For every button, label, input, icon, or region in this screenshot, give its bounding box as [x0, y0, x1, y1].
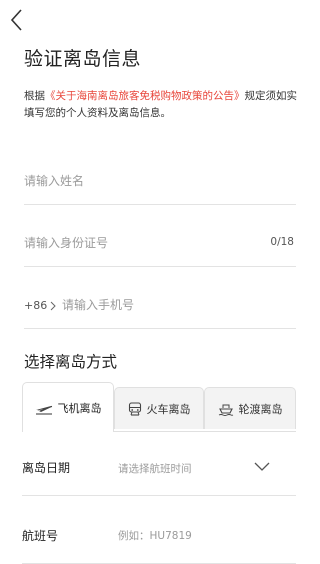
name-field [24, 160, 296, 205]
flight-label: 航班号 [22, 529, 59, 543]
tab-train-label: 火车离岛 [146, 402, 191, 416]
departure-tabs: 飞机离岛 火车离岛 轮渡离岛 [22, 382, 296, 432]
tab-plane[interactable]: 飞机离岛 [22, 382, 114, 432]
phone-field: +86 [24, 284, 296, 329]
departure-date-row[interactable]: 离岛日期 请选择航班时间 [22, 443, 296, 496]
chevron-left-icon [10, 9, 22, 31]
country-code-selector[interactable]: +86 [24, 299, 56, 312]
chevron-right-icon [50, 301, 56, 310]
date-label: 离岛日期 [22, 461, 71, 475]
id-field: 0/18 [24, 222, 296, 267]
flight-number-input[interactable] [118, 526, 278, 546]
policy-link[interactable]: 《关于海南离岛旅客免税购物政策的公告》 [45, 90, 245, 102]
country-code: +86 [24, 299, 48, 312]
tab-ferry-label: 轮渡离岛 [238, 402, 283, 416]
flight-number-row: 航班号 [22, 511, 296, 564]
train-icon [128, 401, 142, 416]
id-char-counter: 0/18 [270, 236, 294, 248]
notice-prefix: 根据 [24, 90, 45, 102]
notice-text: 根据《关于海南离岛旅客免税购物政策的公告》规定须如实填写您的个人资料及离岛信息。 [24, 88, 300, 122]
chevron-down-icon[interactable] [254, 462, 270, 472]
id-input[interactable] [24, 232, 254, 254]
page-title: 验证离岛信息 [24, 48, 142, 70]
name-input[interactable] [24, 170, 254, 192]
tab-ferry[interactable]: 轮渡离岛 [204, 387, 296, 429]
tab-train[interactable]: 火车离岛 [114, 387, 204, 429]
date-placeholder: 请选择航班时间 [118, 463, 192, 475]
section-title: 选择离岛方式 [24, 353, 118, 371]
ferry-icon [218, 402, 234, 416]
back-button[interactable] [6, 6, 28, 34]
plane-icon [35, 401, 53, 415]
phone-input[interactable] [62, 294, 262, 316]
tab-plane-label: 飞机离岛 [57, 401, 102, 415]
